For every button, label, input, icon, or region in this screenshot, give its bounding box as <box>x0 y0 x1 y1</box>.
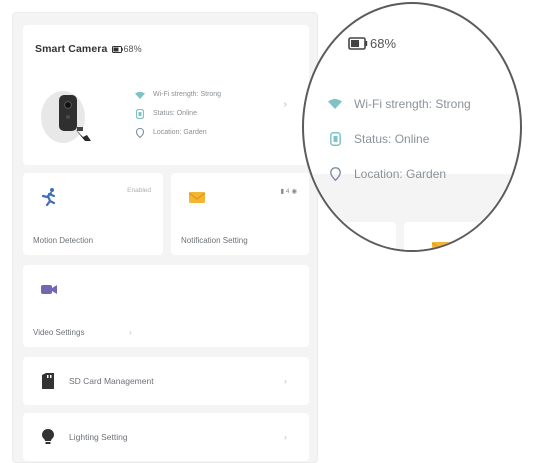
zoom-info-wifi: Wi-Fi strength: Strong <box>328 86 471 121</box>
envelope-icon <box>188 192 206 203</box>
running-person-icon <box>41 188 56 207</box>
zoom-battery-level: 68% <box>370 36 397 51</box>
zoom-battery-indicator: 68% <box>348 36 396 51</box>
tile-motion-detection[interactable]: Enabled Motion Detection <box>23 173 163 255</box>
zoom-info-list: Wi-Fi strength: Strong Status: Online Lo… <box>328 86 471 191</box>
eye-icon: ◉ <box>291 188 297 195</box>
tile-video-settings[interactable]: Video Settings › <box>23 265 309 347</box>
row-lighting-setting[interactable]: Lighting Setting › <box>23 413 309 461</box>
info-status: Status: Online <box>135 104 221 123</box>
zoom-info-status: Status: Online <box>328 121 471 156</box>
tile-notification-setting[interactable]: ▮ 4 ◉ Notification Setting <box>171 173 309 255</box>
battery-icon <box>348 37 368 50</box>
battery-level: 68% <box>123 44 142 54</box>
chevron-right-icon: › <box>284 432 287 442</box>
bell-icon: ▮ <box>280 188 285 195</box>
device-title: Smart Camera 68% <box>35 43 142 55</box>
row-label: Lighting Setting <box>69 432 128 442</box>
row-label: SD Card Management <box>69 376 154 386</box>
device-name: Smart Camera <box>35 43 108 55</box>
envelope-icon <box>432 242 452 250</box>
sd-card-icon <box>39 372 57 390</box>
row-sd-card-management[interactable]: SD Card Management › <box>23 357 309 405</box>
zoom-tile-fragment <box>404 222 520 250</box>
notification-count: 4 <box>285 188 290 195</box>
battery-icon <box>112 46 124 54</box>
wifi-icon <box>135 90 145 100</box>
lightbulb-icon <box>39 428 57 446</box>
zoom-tile-fragment <box>304 222 396 250</box>
tile-label: Video Settings <box>33 328 85 337</box>
info-location: Location: Garden <box>135 123 221 142</box>
location-icon <box>135 127 145 138</box>
video-camera-icon <box>41 285 57 294</box>
camera-image <box>41 91 91 143</box>
motion-state: Enabled <box>127 187 151 194</box>
chevron-right-icon: › <box>129 328 132 337</box>
battery-indicator: 68% <box>112 44 142 54</box>
tile-label: Motion Detection <box>33 236 94 245</box>
zoom-callout: 68% Wi-Fi strength: Strong Status: Onlin… <box>302 2 522 252</box>
chevron-right-icon: › <box>284 376 287 386</box>
zoom-info-location: Location: Garden <box>328 156 471 191</box>
notification-badges: ▮ 4 ◉ <box>281 187 298 195</box>
status-icon <box>328 131 342 146</box>
location-icon <box>328 166 342 181</box>
wifi-icon <box>328 97 342 111</box>
app-screen: Smart Camera 68% Wi-Fi strength: Strong … <box>12 12 318 463</box>
tile-label: Notification Setting <box>181 236 248 245</box>
chevron-right-icon: › <box>283 99 287 110</box>
info-wifi: Wi-Fi strength: Strong <box>135 85 221 104</box>
device-info-list: Wi-Fi strength: Strong Status: Online Lo… <box>135 85 221 142</box>
device-card[interactable]: Smart Camera 68% Wi-Fi strength: Strong … <box>23 25 309 165</box>
status-icon <box>135 108 145 119</box>
